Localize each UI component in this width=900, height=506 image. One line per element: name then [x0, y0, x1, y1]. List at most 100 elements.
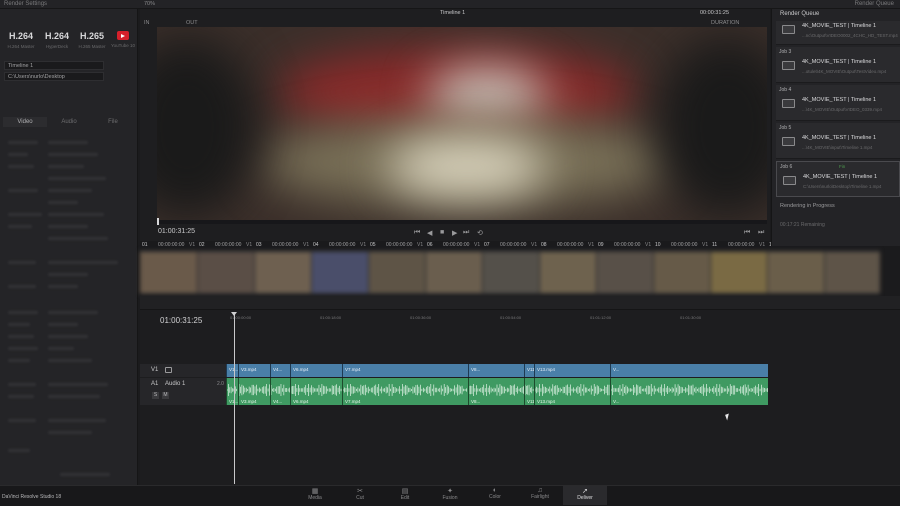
tab-file[interactable]: File: [91, 117, 135, 127]
duration-label: DURATION: [711, 20, 740, 26]
video-clip[interactable]: V8...: [468, 364, 524, 377]
clip-strip-num: 11: [712, 242, 718, 248]
rendering-status: Rendering in Progress: [780, 203, 835, 209]
render-job[interactable]: Job 5 4K_MOVIE_TEST | Timeline 1 ...\4K_MO…: [776, 123, 900, 159]
previous-clip-icon[interactable]: ⏮: [744, 229, 750, 237]
viewer-scrubber[interactable]: [157, 218, 767, 225]
timeline-playhead[interactable]: [234, 312, 235, 484]
media-icon: ▦: [311, 488, 319, 495]
video-clip[interactable]: V4...: [270, 364, 290, 377]
render-job[interactable]: Job 4 4K_MOVIE_TEST | Timeline 1 ...\4K_MO…: [776, 85, 900, 121]
go-to-start-icon[interactable]: ⏮: [414, 229, 420, 237]
audio-clip[interactable]: V6.mp4: [290, 378, 342, 405]
clip-strip-tc: 00:00:00:00: [443, 242, 470, 248]
page-tab-cut[interactable]: ✂ Cut: [338, 486, 382, 505]
clip-strip-tc: 00:00:00:00: [215, 242, 242, 248]
stop-icon[interactable]: ■: [440, 229, 444, 236]
job-name: 4K_MOVIE_TEST | Timeline 1: [802, 97, 877, 103]
audio-clip[interactable]: V8...: [468, 378, 524, 405]
audio-clip[interactable]: V4...: [270, 378, 290, 405]
location-field[interactable]: C:\Users\nurlo\Desktop: [4, 72, 104, 81]
clip-strip-trk: V1: [189, 242, 196, 248]
mute-button[interactable]: M: [162, 392, 169, 399]
clip-thumbnails[interactable]: [140, 250, 880, 295]
video-clip[interactable]: V7.mp4: [342, 364, 468, 377]
audio-clip[interactable]: V7.mp4: [342, 378, 468, 405]
video-preview[interactable]: [157, 27, 767, 220]
render-job[interactable]: Job 6 Fin 4K_MOVIE_TEST | Timeline 1 C:\Use…: [776, 161, 900, 197]
video-clip[interactable]: V13.mp4: [534, 364, 610, 377]
preset-h265-master[interactable]: H.265 H.265 Master: [77, 31, 107, 49]
zoom-level[interactable]: 70%: [144, 1, 155, 7]
audio-clip-label: V7.mp4: [345, 399, 361, 404]
solo-button[interactable]: S: [152, 392, 159, 399]
preset-youtube[interactable]: YouTube 10: [108, 31, 138, 48]
page-tab-fairlight[interactable]: ♫ Fairlight: [518, 486, 562, 505]
clip-strip-trk: V1: [246, 242, 253, 248]
track-icon[interactable]: [165, 367, 172, 373]
audio-track-level: 2.0: [217, 381, 224, 387]
audio-clip-label: V...: [613, 399, 620, 404]
video-track-v1[interactable]: V1...V3.mp4V4...V6.mp4V7.mp4V8...V11.mp4…: [226, 364, 768, 377]
video-clip[interactable]: V1...: [226, 364, 238, 377]
next-clip-icon[interactable]: ⏭: [758, 229, 764, 237]
preset-hyperdeck[interactable]: H.264 HyperDeck: [42, 31, 72, 49]
clip-strip-tc: 00:00:00:00: [671, 242, 698, 248]
page-tab-fusion[interactable]: ✦ Fusion: [428, 486, 472, 505]
render-job[interactable]: 4K_MOVIE_TEST | Timeline 1 ...nc\Output\V…: [776, 21, 900, 45]
scrubber-head[interactable]: [157, 218, 159, 225]
page-tab-edit[interactable]: ▤ Edit: [383, 486, 427, 505]
play-reverse-icon[interactable]: ◀: [427, 229, 432, 237]
audio-clip[interactable]: V11.mp4: [524, 378, 534, 405]
tab-audio[interactable]: Audio: [47, 117, 91, 127]
audio-track-a1[interactable]: V1...V3.mp4 V4... V6.mp4 V7.mp4 V8... V11.mp4…: [226, 378, 768, 405]
clip-strip-num: 09: [598, 242, 604, 248]
video-clip[interactable]: V3.mp4: [238, 364, 270, 377]
tab-video[interactable]: Video: [3, 117, 47, 127]
playhead-handle[interactable]: [231, 312, 237, 316]
video-clip[interactable]: V6.mp4: [290, 364, 342, 377]
render-job[interactable]: Job 3 4K_MOVIE_TEST | Timeline 1 ...otulet…: [776, 47, 900, 83]
preset-h264-master[interactable]: H.264 H.264 Master: [6, 31, 36, 49]
timeline-ruler[interactable]: 01:00:00:00 01:00:18:00 01:00:36:00 01:00:5…: [226, 314, 768, 323]
audio-track-id: A1: [151, 381, 159, 387]
job-name: 4K_MOVIE_TEST | Timeline 1: [803, 174, 878, 180]
page-tab-deliver[interactable]: ➚ Deliver: [563, 486, 607, 505]
audio-waveform: [469, 384, 524, 396]
audio-clip-label: V8...: [471, 399, 481, 404]
job-status: Fin: [839, 164, 846, 169]
video-clip[interactable]: V...: [610, 364, 768, 377]
clip-strip-num: 06: [427, 242, 433, 248]
preset-codec: H.265: [79, 31, 105, 41]
fairlight-icon: ♫: [537, 487, 543, 494]
play-icon[interactable]: ▶: [452, 229, 457, 237]
audio-clip[interactable]: V...: [610, 378, 768, 405]
audio-waveform: [535, 384, 610, 396]
timeline-toolbar: [140, 296, 900, 310]
page-tab-label: Cut: [356, 495, 364, 501]
clip-strip-trk: V1: [759, 242, 766, 248]
page-tab-color[interactable]: ◐ Color: [473, 486, 517, 505]
job-label: Job 4: [779, 87, 792, 93]
audio-clip[interactable]: V13.mp4: [534, 378, 610, 405]
ruler-tick-label: 01:00:54:00: [500, 315, 522, 320]
audio-clip[interactable]: V1...: [226, 378, 238, 405]
job-path: C:\Users\nurlo\Desktop\Timeline 1.mp4: [803, 184, 882, 189]
audio-clip[interactable]: V3.mp4: [238, 378, 270, 405]
filename-field[interactable]: Timeline 1: [4, 61, 104, 70]
preset-label: H.265 Master: [78, 44, 106, 49]
out-label: OUT: [186, 20, 198, 26]
job-path: ...otulet\4K_MOVIE\Output\TestVideo.mp4: [802, 69, 887, 74]
audio-clip-label: V4...: [273, 399, 283, 404]
time-remaining: 00:17:21 Remaining: [780, 222, 825, 228]
youtube-icon: [117, 31, 129, 40]
video-track-header: V1: [140, 364, 226, 377]
loop-icon[interactable]: ⟲: [477, 229, 483, 237]
preset-codec: H.264: [44, 31, 70, 41]
page-tab-label: Fusion: [442, 495, 458, 501]
video-clip[interactable]: V11.mp4: [524, 364, 534, 377]
page-tab-media[interactable]: ▦ Media: [293, 486, 337, 505]
go-to-end-icon[interactable]: ⏭: [463, 229, 469, 237]
job-path: ...\4K_MOVIE\Output\VIDEO_0339.mp4: [802, 107, 883, 112]
timeline-job-icon: [782, 99, 795, 108]
